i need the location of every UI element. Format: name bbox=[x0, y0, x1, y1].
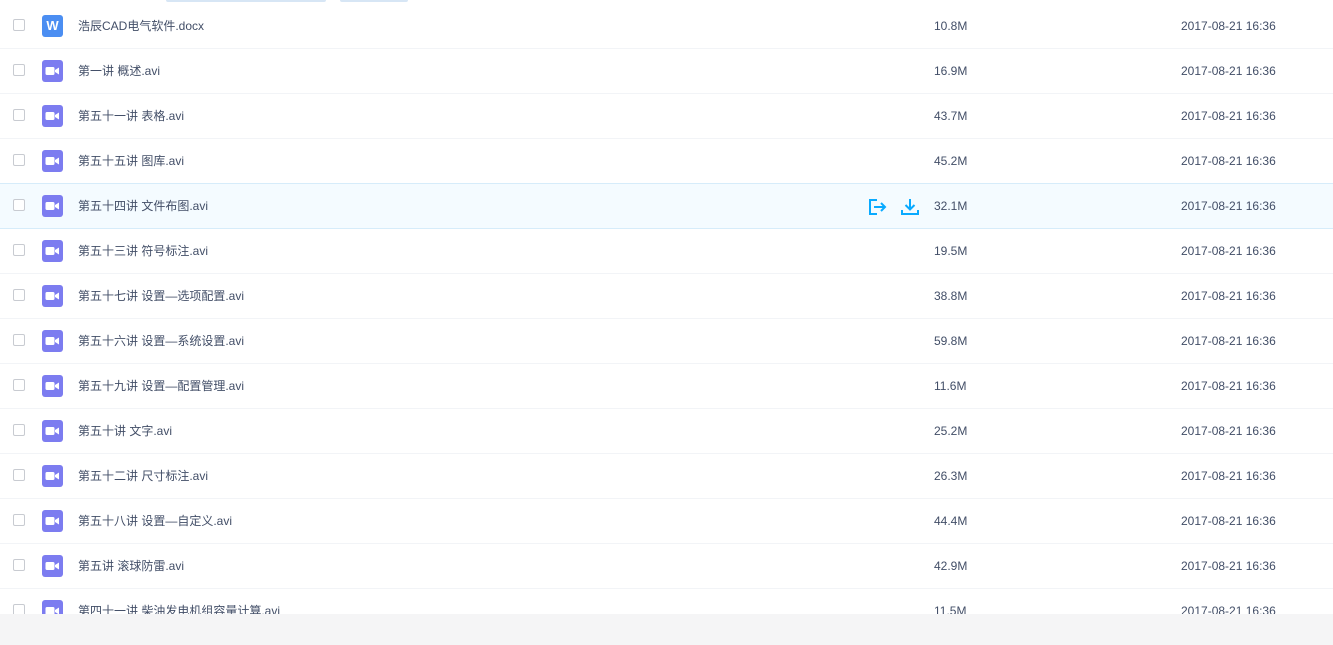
file-name[interactable]: 第五十五讲 图库.avi bbox=[78, 153, 184, 169]
file-date: 2017-08-21 16:36 bbox=[1181, 559, 1276, 573]
file-name[interactable]: 第五十三讲 符号标注.avi bbox=[78, 243, 208, 259]
file-size: 32.1M bbox=[934, 199, 968, 213]
file-name[interactable]: 第一讲 概述.avi bbox=[78, 63, 160, 79]
file-date: 2017-08-21 16:36 bbox=[1181, 334, 1276, 348]
file-size: 38.8M bbox=[934, 289, 968, 303]
file-checkbox[interactable] bbox=[13, 559, 25, 571]
file-row[interactable]: 第五十二讲 尺寸标注.avi 26.3M 2017-08-21 16:36 bbox=[0, 454, 1333, 499]
file-name[interactable]: 第四十一讲 柴油发电机组容量计算.avi bbox=[78, 603, 280, 614]
video-file-icon bbox=[42, 510, 63, 532]
file-date: 2017-08-21 16:36 bbox=[1181, 424, 1276, 438]
file-row[interactable]: 第五十四讲 文件布图.avi 32.1M 2017-08-21 16:36 bbox=[0, 183, 1333, 229]
file-name[interactable]: 第五十二讲 尺寸标注.avi bbox=[78, 468, 208, 484]
download-icon[interactable] bbox=[899, 197, 921, 217]
word-document-icon: W bbox=[42, 15, 63, 37]
file-row[interactable]: 第五十八讲 设置—自定义.avi 44.4M 2017-08-21 16:36 bbox=[0, 499, 1333, 544]
file-date: 2017-08-21 16:36 bbox=[1181, 64, 1276, 78]
file-name[interactable]: 第五十七讲 设置—选项配置.avi bbox=[78, 288, 244, 304]
file-date: 2017-08-21 16:36 bbox=[1181, 379, 1276, 393]
file-list: W 浩辰CAD电气软件.docx 10.8M 2017-08-21 16:36 第一讲 … bbox=[0, 4, 1333, 614]
file-row[interactable]: 第五十一讲 表格.avi 43.7M 2017-08-21 16:36 bbox=[0, 94, 1333, 139]
file-row[interactable]: 第五十九讲 设置—配置管理.avi 11.6M 2017-08-21 16:36 bbox=[0, 364, 1333, 409]
video-file-icon bbox=[42, 600, 63, 614]
file-row[interactable]: 第四十一讲 柴油发电机组容量计算.avi 11.5M 2017-08-21 16:3… bbox=[0, 589, 1333, 614]
file-checkbox[interactable] bbox=[13, 469, 25, 481]
file-checkbox[interactable] bbox=[13, 64, 25, 76]
file-size: 45.2M bbox=[934, 154, 968, 168]
file-checkbox[interactable] bbox=[13, 289, 25, 301]
file-row[interactable]: 第五十七讲 设置—选项配置.avi 38.8M 2017-08-21 16:36 bbox=[0, 274, 1333, 319]
file-date: 2017-08-21 16:36 bbox=[1181, 199, 1276, 213]
file-name[interactable]: 第五十六讲 设置—系统设置.avi bbox=[78, 333, 244, 349]
file-checkbox[interactable] bbox=[13, 244, 25, 256]
file-row[interactable]: 第一讲 概述.avi 16.9M 2017-08-21 16:36 bbox=[0, 49, 1333, 94]
video-file-icon bbox=[42, 375, 63, 397]
file-date: 2017-08-21 16:36 bbox=[1181, 19, 1276, 33]
footer-bar bbox=[0, 614, 1333, 645]
file-name[interactable]: 第五十讲 文字.avi bbox=[78, 423, 172, 439]
file-size: 44.4M bbox=[934, 514, 968, 528]
file-size: 10.8M bbox=[934, 19, 968, 33]
video-file-icon bbox=[42, 240, 63, 262]
file-row[interactable]: 第五十三讲 符号标注.avi 19.5M 2017-08-21 16:36 bbox=[0, 229, 1333, 274]
file-name[interactable]: 浩辰CAD电气软件.docx bbox=[78, 18, 204, 34]
file-row[interactable]: W 浩辰CAD电气软件.docx 10.8M 2017-08-21 16:36 bbox=[0, 4, 1333, 49]
file-checkbox[interactable] bbox=[13, 154, 25, 166]
file-size: 16.9M bbox=[934, 64, 968, 78]
file-size: 11.5M bbox=[934, 604, 967, 614]
file-checkbox[interactable] bbox=[13, 199, 25, 211]
video-file-icon bbox=[42, 60, 63, 82]
file-date: 2017-08-21 16:36 bbox=[1181, 604, 1276, 614]
file-date: 2017-08-21 16:36 bbox=[1181, 244, 1276, 258]
file-size: 25.2M bbox=[934, 424, 968, 438]
video-file-icon bbox=[42, 330, 63, 352]
video-file-icon bbox=[42, 150, 63, 172]
file-row[interactable]: 第五十五讲 图库.avi 45.2M 2017-08-21 16:36 bbox=[0, 139, 1333, 184]
header-tab-edge bbox=[166, 0, 326, 2]
file-date: 2017-08-21 16:36 bbox=[1181, 289, 1276, 303]
file-checkbox[interactable] bbox=[13, 604, 25, 614]
file-checkbox[interactable] bbox=[13, 514, 25, 526]
file-date: 2017-08-21 16:36 bbox=[1181, 514, 1276, 528]
file-size: 42.9M bbox=[934, 559, 968, 573]
file-name[interactable]: 第五十八讲 设置—自定义.avi bbox=[78, 513, 232, 529]
video-file-icon bbox=[42, 105, 63, 127]
file-checkbox[interactable] bbox=[13, 109, 25, 121]
video-file-icon bbox=[42, 555, 63, 577]
file-date: 2017-08-21 16:36 bbox=[1181, 469, 1276, 483]
file-name[interactable]: 第五十九讲 设置—配置管理.avi bbox=[78, 378, 244, 394]
file-size: 59.8M bbox=[934, 334, 968, 348]
file-size: 19.5M bbox=[934, 244, 968, 258]
file-row[interactable]: 第五十六讲 设置—系统设置.avi 59.8M 2017-08-21 16:36 bbox=[0, 319, 1333, 364]
file-name[interactable]: 第五十四讲 文件布图.avi bbox=[78, 198, 208, 214]
file-date: 2017-08-21 16:36 bbox=[1181, 109, 1276, 123]
file-date: 2017-08-21 16:36 bbox=[1181, 154, 1276, 168]
file-checkbox[interactable] bbox=[13, 424, 25, 436]
file-name[interactable]: 第五讲 滚球防雷.avi bbox=[78, 558, 184, 574]
video-file-icon bbox=[42, 195, 63, 217]
file-checkbox[interactable] bbox=[13, 19, 25, 31]
video-file-icon bbox=[42, 285, 63, 307]
header-tab-edge bbox=[340, 0, 408, 2]
share-icon[interactable] bbox=[866, 197, 888, 217]
file-size: 43.7M bbox=[934, 109, 968, 123]
file-size: 11.6M bbox=[934, 379, 967, 393]
file-row[interactable]: 第五十讲 文字.avi 25.2M 2017-08-21 16:36 bbox=[0, 409, 1333, 454]
video-file-icon bbox=[42, 420, 63, 442]
video-file-icon bbox=[42, 465, 63, 487]
file-size: 26.3M bbox=[934, 469, 968, 483]
file-checkbox[interactable] bbox=[13, 334, 25, 346]
word-icon-letter: W bbox=[46, 18, 59, 33]
file-row[interactable]: 第五讲 滚球防雷.avi 42.9M 2017-08-21 16:36 bbox=[0, 544, 1333, 589]
file-checkbox[interactable] bbox=[13, 379, 25, 391]
file-name[interactable]: 第五十一讲 表格.avi bbox=[78, 108, 184, 124]
